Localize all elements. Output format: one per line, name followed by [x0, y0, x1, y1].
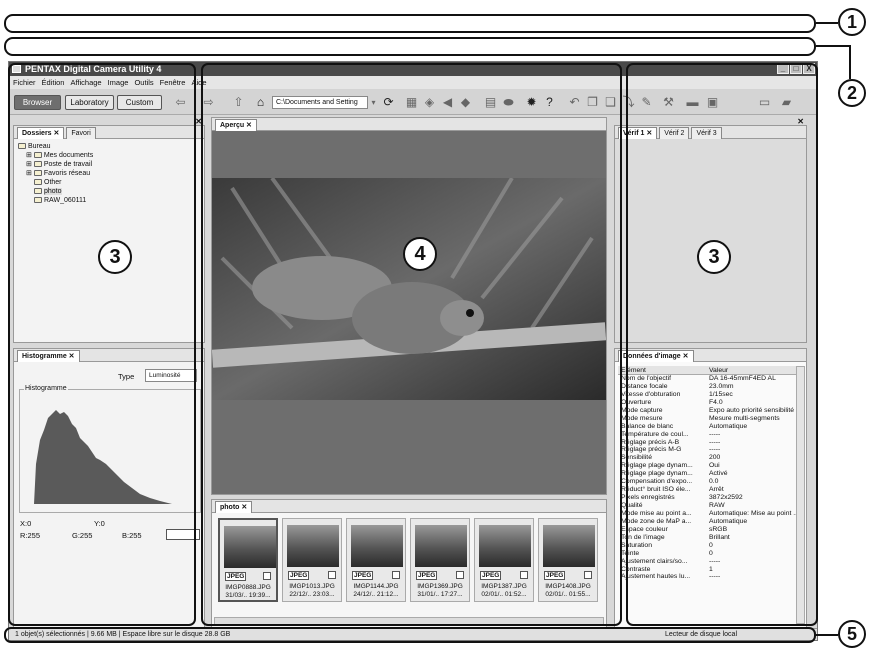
callout-number-2: 2 [838, 79, 866, 107]
callout-bar-1 [4, 14, 816, 33]
callout-leader-2 [816, 45, 850, 47]
callout-number-1: 1 [838, 8, 866, 36]
callout-bar-2 [4, 37, 816, 56]
outline-status-bar [4, 627, 816, 643]
figure: 1 2 PENTAX Digital Camera Utility 4 _ □ … [0, 0, 873, 649]
callout-leader-2-down [849, 45, 851, 79]
outline-right-panels [626, 63, 818, 626]
callout-leader-5 [816, 634, 838, 636]
region-label-3-left: 3 [98, 240, 132, 274]
outline-center-panels [201, 63, 622, 626]
callout-number-5: 5 [838, 620, 866, 648]
region-label-3-right: 3 [697, 240, 731, 274]
callout-leader-1 [816, 22, 838, 24]
outline-left-panels [8, 63, 196, 626]
